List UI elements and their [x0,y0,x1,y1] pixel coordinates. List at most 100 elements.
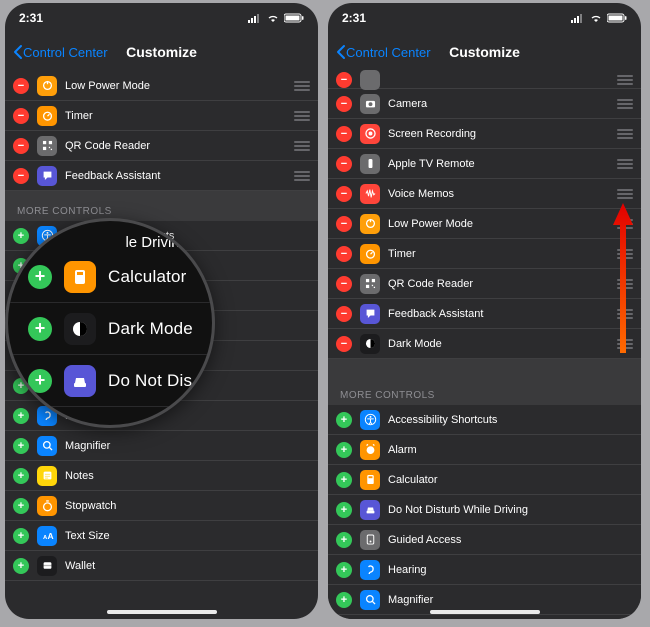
list-row[interactable]: +Alarm [328,435,641,465]
remove-button[interactable]: − [336,336,352,352]
add-button[interactable]: + [28,369,52,393]
remove-button[interactable]: − [336,156,352,172]
remove-button[interactable]: − [336,186,352,202]
reorder-handle-icon[interactable] [617,99,633,109]
included-list-right[interactable]: −Camera−Screen Recording−Apple TV Remote… [328,89,641,359]
list-row[interactable]: −QR Code Reader [328,269,641,299]
list-row-partial[interactable]: − [328,71,641,89]
remove-button[interactable]: − [336,306,352,322]
reorder-handle-icon[interactable] [617,309,633,319]
remove-button[interactable]: − [13,168,29,184]
list-row[interactable]: −Feedback Assistant [328,299,641,329]
remove-button[interactable]: − [336,276,352,292]
list-row[interactable]: +AAText Size [5,521,318,551]
magnified-row: +Dark Mode [8,303,212,355]
battery-icon [284,13,304,23]
list-row[interactable]: +Magnifier [5,431,318,461]
list-row[interactable]: −QR Code Reader [5,131,318,161]
list-row[interactable]: +Guided Access [328,525,641,555]
reorder-handle-icon[interactable] [617,75,633,85]
list-row[interactable]: −Camera [328,89,641,119]
add-button[interactable]: + [13,228,29,244]
list-row[interactable]: − Low Power Mode [5,71,318,101]
add-button[interactable]: + [28,265,52,289]
remove-button[interactable]: − [13,108,29,124]
signal-icon [248,13,262,23]
add-button[interactable]: + [336,562,352,578]
app-icon-partial [360,70,380,90]
remove-button[interactable]: − [336,216,352,232]
remove-button[interactable]: − [13,78,29,94]
remove-button[interactable]: − [13,138,29,154]
add-button[interactable]: + [13,468,29,484]
remove-button[interactable]: − [336,96,352,112]
add-button[interactable]: + [336,592,352,608]
add-button[interactable]: + [336,532,352,548]
add-button[interactable]: + [336,442,352,458]
add-button[interactable]: + [336,472,352,488]
row-label: Stopwatch [65,500,310,512]
add-button[interactable]: + [13,438,29,454]
reorder-handle-icon[interactable] [617,159,633,169]
list-row[interactable]: +Notes [5,461,318,491]
low-power-icon [37,76,57,96]
driving-icon [360,500,380,520]
list-row[interactable]: +Accessibility Shortcuts [328,405,641,435]
nav-bar: Control Center Customize [5,33,318,71]
qr-icon [37,136,57,156]
status-bar: 2:31 [5,3,318,33]
add-button[interactable]: + [28,317,52,341]
reorder-handle-icon[interactable] [617,249,633,259]
list-row[interactable]: −Feedback Assistant [5,161,318,191]
row-label: Timer [65,110,294,122]
list-row[interactable]: − Apple TV Remote [328,149,641,179]
reorder-handle-icon[interactable] [294,171,310,181]
nav-bar: Control Center Customize [328,33,641,71]
list-row[interactable]: −Low Power Mode [328,209,641,239]
remove-button[interactable]: − [336,246,352,262]
home-indicator[interactable] [107,610,217,614]
included-list-left[interactable]: − Low Power Mode − Timer −QR Code Reader−Fee… [5,71,318,191]
svg-text:A: A [47,531,53,541]
list-row[interactable]: − Screen Recording [328,119,641,149]
reorder-handle-icon[interactable] [294,141,310,151]
row-label: Screen Recording [388,128,617,140]
remove-button[interactable]: − [336,126,352,142]
alarm-icon [360,440,380,460]
reorder-handle-icon[interactable] [294,81,310,91]
add-button[interactable]: + [13,528,29,544]
reorder-handle-icon[interactable] [617,339,633,349]
reorder-handle-icon[interactable] [294,111,310,121]
feedback-icon [360,304,380,324]
add-button[interactable]: + [13,408,29,424]
row-label: Magnifier [388,594,633,606]
reorder-handle-icon[interactable] [617,219,633,229]
row-label: Apple TV Remote [388,158,617,170]
add-button[interactable]: + [336,502,352,518]
reorder-handle-icon[interactable] [617,189,633,199]
row-label: Do Not Dis [108,371,192,391]
list-row[interactable]: +Do Not Disturb While Driving [328,495,641,525]
list-row[interactable]: +Calculator [328,465,641,495]
list-row[interactable]: +Wallet [5,551,318,581]
list-row[interactable]: +Notes [328,615,641,619]
add-button[interactable]: + [13,558,29,574]
reorder-handle-icon[interactable] [617,129,633,139]
add-button[interactable]: + [13,498,29,514]
more-list-right[interactable]: +Accessibility Shortcuts+Alarm+Calculato… [328,405,641,619]
row-label: Low Power Mode [65,80,294,92]
list-row[interactable]: +Hearing [328,555,641,585]
remove-button[interactable]: − [336,72,352,88]
magnifier-callout: le Driving +Calculator+Dark Mode+Do Not … [5,218,215,428]
list-row[interactable]: −Dark Mode [328,329,641,359]
list-row[interactable]: + Stopwatch [5,491,318,521]
driving-icon [64,365,96,397]
add-button[interactable]: + [336,412,352,428]
record-icon [360,124,380,144]
dark-mode-icon [64,313,96,345]
reorder-handle-icon[interactable] [617,279,633,289]
list-row[interactable]: −Timer [328,239,641,269]
list-row[interactable]: − Timer [5,101,318,131]
home-indicator[interactable] [430,610,540,614]
list-row[interactable]: −Voice Memos [328,179,641,209]
